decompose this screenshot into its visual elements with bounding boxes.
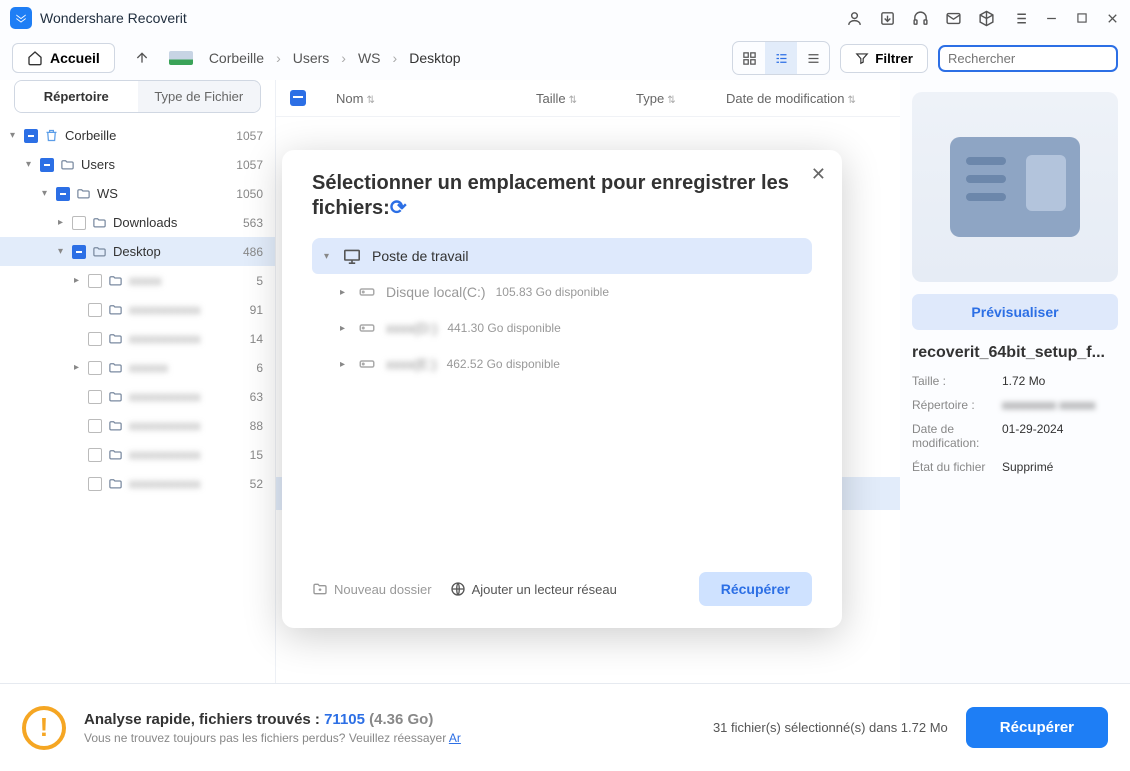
modal-recover-button[interactable]: Récupérer — [699, 572, 812, 606]
location-list: ▾ Poste de travail ▸Disque local(C:)105.… — [312, 238, 812, 556]
modal-title: Sélectionner un emplacement pour enregis… — [312, 172, 812, 220]
location-root[interactable]: ▾ Poste de travail — [312, 238, 812, 274]
drive-icon — [358, 321, 376, 335]
drive-label: Disque local(C:) — [386, 284, 486, 300]
add-network-button[interactable]: Ajouter un lecteur réseau — [450, 581, 617, 597]
drive-available: 105.83 Go disponible — [496, 285, 609, 299]
drive-item[interactable]: ▸xxxx(E:)462.52 Go disponible — [312, 346, 812, 382]
modal-close-icon[interactable]: ✕ — [811, 164, 826, 185]
drive-label: xxxx(E:) — [386, 356, 437, 372]
drive-available: 462.52 Go disponible — [447, 357, 560, 371]
drive-item[interactable]: ▸xxxx(D:)441.30 Go disponible — [312, 310, 812, 346]
drive-label: xxxx(D:) — [386, 320, 437, 336]
drive-icon — [358, 357, 376, 371]
loading-icon: ⟳ — [390, 195, 407, 220]
save-location-modal: ✕ Sélectionner un emplacement pour enreg… — [282, 150, 842, 628]
modal-backdrop: ✕ Sélectionner un emplacement pour enreg… — [0, 0, 1130, 771]
drive-item[interactable]: ▸Disque local(C:)105.83 Go disponible — [312, 274, 812, 310]
computer-icon — [342, 248, 362, 264]
location-label: Poste de travail — [372, 248, 469, 264]
new-folder-button[interactable]: Nouveau dossier — [312, 581, 432, 597]
drive-available: 441.30 Go disponible — [447, 321, 560, 335]
drive-icon — [358, 285, 376, 299]
